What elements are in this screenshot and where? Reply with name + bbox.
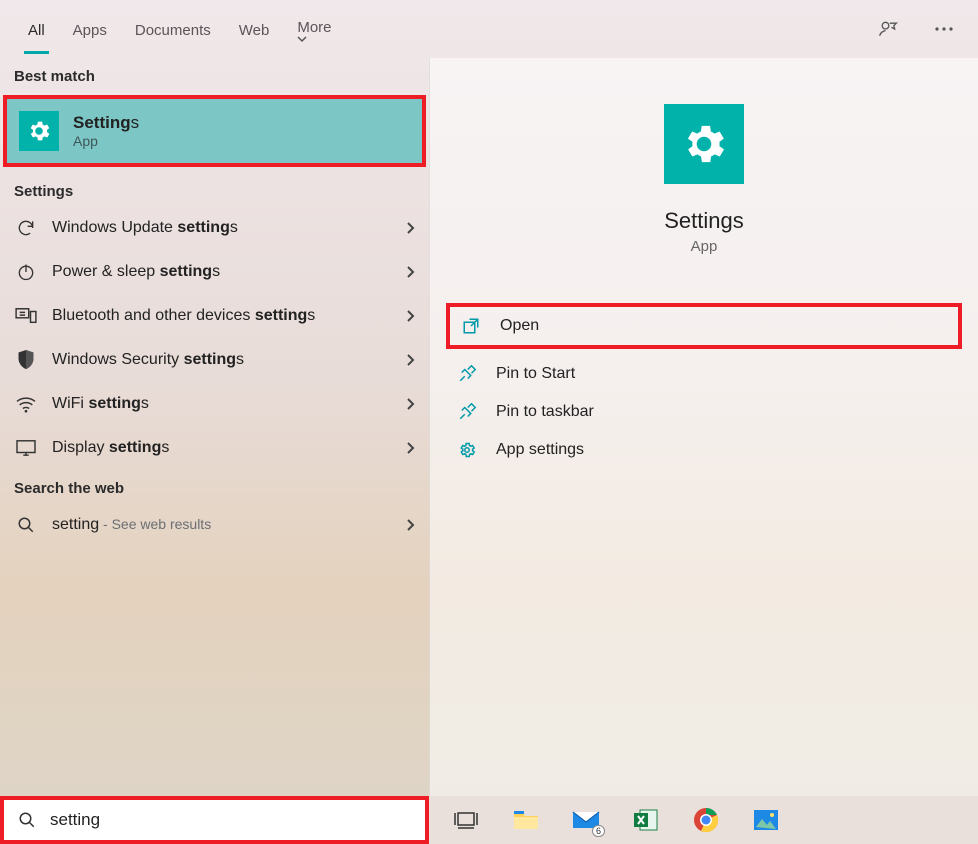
settings-results-list: Windows Update settings Power & sleep set… xyxy=(0,206,429,470)
settings-result-1[interactable]: Power & sleep settings xyxy=(0,250,429,294)
best-match-header: Best match xyxy=(0,58,429,91)
settings-result-3[interactable]: Windows Security settings xyxy=(0,338,429,382)
open-icon xyxy=(460,315,482,337)
pin-icon xyxy=(456,363,478,385)
chevron-right-icon xyxy=(406,265,415,279)
gear-icon xyxy=(664,104,744,184)
tab-all[interactable]: All xyxy=(14,4,59,54)
task-view-icon[interactable] xyxy=(451,805,481,835)
gear-icon xyxy=(19,111,59,151)
power-icon xyxy=(14,260,38,284)
web-result-query: setting xyxy=(52,516,99,533)
pin-icon xyxy=(456,401,478,423)
feedback-icon[interactable] xyxy=(868,9,908,49)
chevron-down-icon xyxy=(297,36,337,43)
chevron-right-icon xyxy=(406,309,415,323)
display-icon xyxy=(14,436,38,460)
devices-icon xyxy=(14,304,38,328)
gear-outline-icon xyxy=(456,439,478,461)
taskbar-icons: 6 xyxy=(429,805,781,835)
more-options-icon[interactable] xyxy=(924,9,964,49)
settings-result-4[interactable]: WiFi settings xyxy=(0,382,429,426)
chevron-right-icon xyxy=(406,441,415,455)
topbar-right xyxy=(868,9,964,49)
settings-result-2[interactable]: Bluetooth and other devices settings xyxy=(0,294,429,338)
action-open[interactable]: Open xyxy=(450,307,958,345)
settings-result-5[interactable]: Display settings xyxy=(0,426,429,470)
search-box-highlight xyxy=(0,796,429,844)
settings-result-label: Windows Security settings xyxy=(52,351,392,369)
chevron-right-icon xyxy=(406,397,415,411)
chevron-right-icon xyxy=(406,353,415,367)
excel-icon[interactable] xyxy=(631,805,661,835)
shield-icon xyxy=(14,348,38,372)
best-match-highlight: Settings App xyxy=(3,95,426,167)
web-result-label: setting - See web results xyxy=(52,516,392,534)
action-label: Pin to Start xyxy=(496,365,575,383)
action-highlight: Open xyxy=(446,303,962,349)
search-tabs-bar: All Apps Documents Web More xyxy=(0,0,978,58)
tab-more[interactable]: More xyxy=(283,1,351,58)
tab-more-label: More xyxy=(297,19,331,36)
file-explorer-icon[interactable] xyxy=(511,805,541,835)
best-match-title-rest: s xyxy=(131,113,140,132)
search-icon xyxy=(14,513,38,537)
settings-result-0[interactable]: Windows Update settings xyxy=(0,206,429,250)
settings-result-label: Power & sleep settings xyxy=(52,263,392,281)
taskbar: 6 xyxy=(0,796,978,844)
search-icon xyxy=(4,811,50,829)
settings-result-label: Windows Update settings xyxy=(52,219,392,237)
best-match-result[interactable]: Settings App xyxy=(7,99,422,163)
mail-icon[interactable]: 6 xyxy=(571,805,601,835)
best-match-title-bold: Setting xyxy=(73,113,131,132)
preview-subtitle: App xyxy=(691,238,718,255)
tab-web[interactable]: Web xyxy=(225,4,284,54)
action-label: App settings xyxy=(496,441,584,459)
web-header: Search the web xyxy=(0,470,429,503)
settings-result-label: WiFi settings xyxy=(52,395,392,413)
results-panel: Best match Settings App Settings Windows… xyxy=(0,58,429,796)
settings-result-label: Bluetooth and other devices settings xyxy=(52,307,392,325)
tab-documents[interactable]: Documents xyxy=(121,4,225,54)
action-pin-to-taskbar[interactable]: Pin to taskbar xyxy=(446,393,962,431)
web-result[interactable]: setting - See web results xyxy=(0,503,429,547)
sync-icon xyxy=(14,216,38,240)
preview-title: Settings xyxy=(664,208,744,234)
filter-tabs: All Apps Documents Web More xyxy=(14,1,352,58)
photos-icon[interactable] xyxy=(751,805,781,835)
mail-badge: 6 xyxy=(592,825,605,837)
search-input[interactable] xyxy=(50,810,425,830)
web-result-hint: - See web results xyxy=(99,516,211,532)
wifi-icon xyxy=(14,392,38,416)
action-label: Open xyxy=(500,317,539,335)
preview-panel: Settings App Open Pin to Start Pin to task… xyxy=(429,58,978,796)
settings-header: Settings xyxy=(0,173,429,206)
preview-actions: Open Pin to Start Pin to taskbar App settin… xyxy=(430,255,978,469)
chevron-right-icon xyxy=(406,221,415,235)
best-match-text: Settings App xyxy=(73,113,139,149)
action-app-settings[interactable]: App settings xyxy=(446,431,962,469)
tab-apps[interactable]: Apps xyxy=(59,4,121,54)
settings-result-label: Display settings xyxy=(52,439,392,457)
chevron-right-icon xyxy=(406,518,415,532)
chrome-icon[interactable] xyxy=(691,805,721,835)
best-match-subtitle: App xyxy=(73,133,139,149)
action-pin-to-start[interactable]: Pin to Start xyxy=(446,355,962,393)
action-label: Pin to taskbar xyxy=(496,403,594,421)
